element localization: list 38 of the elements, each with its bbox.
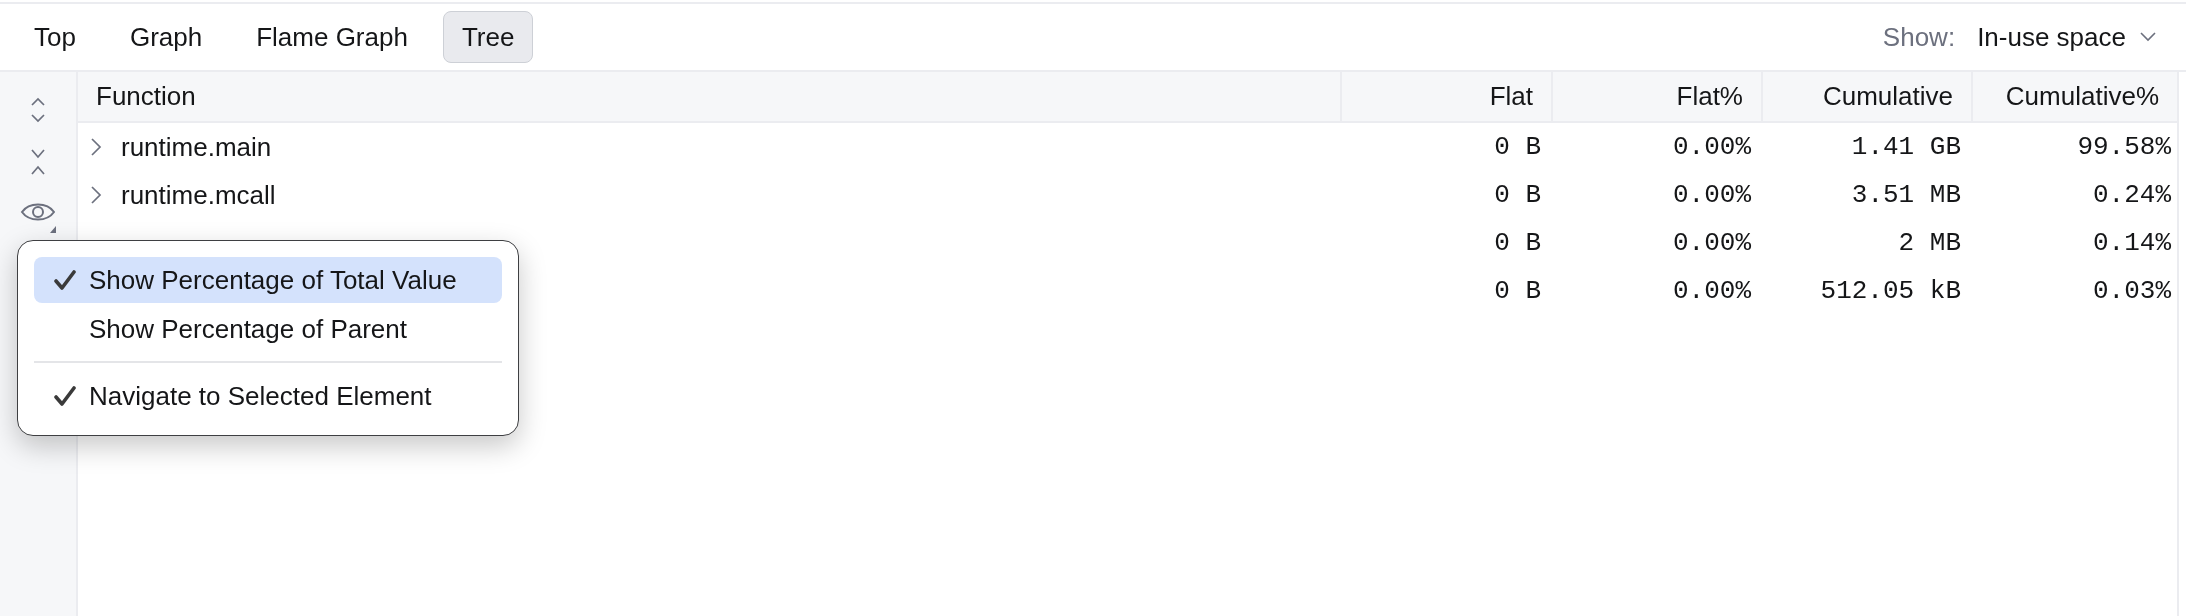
table-cell: 0.14% (2093, 228, 2171, 258)
table-cell: 0.00% (1673, 180, 1751, 210)
chevron-down-icon (2140, 32, 2156, 42)
table-cell: 3.51 MB (1851, 180, 1961, 210)
menu-item[interactable]: Show Percentage of Total Value (34, 257, 502, 303)
table-cell: 0.03% (2093, 276, 2171, 306)
table-cell: 0.24% (2093, 180, 2171, 210)
table-cell: 2 MB (1898, 228, 1961, 258)
chevron-right-icon[interactable] (90, 185, 102, 205)
table-cell: 0.00% (1673, 132, 1751, 162)
table-cell: 0 B (1494, 276, 1541, 306)
table-cell: 99.58% (2077, 132, 2171, 162)
column-header[interactable]: Cumulative (1761, 72, 1971, 121)
eye-icon[interactable] (20, 201, 56, 233)
menu-item[interactable]: Show Percentage of Parent (34, 306, 502, 352)
collapse-all-icon[interactable] (30, 148, 46, 176)
table-cell: 0.00% (1673, 276, 1751, 306)
column-header[interactable]: Cumulative% (1971, 72, 2177, 121)
column-header[interactable]: Flat (1340, 72, 1551, 121)
table-cell: 0 B (1494, 132, 1541, 162)
view-tab[interactable]: Top (15, 11, 95, 63)
column-header[interactable]: Flat% (1551, 72, 1761, 121)
menu-item[interactable]: Navigate to Selected Element (34, 373, 502, 419)
show-dropdown[interactable]: In-use space (1977, 21, 2156, 53)
table-cell: 1.41 GB (1851, 132, 1961, 162)
expand-all-icon[interactable] (30, 97, 46, 123)
view-tab[interactable]: Flame Graph (237, 11, 427, 63)
function-name: runtime.mcall (121, 179, 276, 211)
show-label: Show: (1882, 21, 1956, 53)
table-cell: 0 B (1494, 180, 1541, 210)
function-name: runtime.main (121, 131, 272, 163)
chevron-right-icon[interactable] (90, 137, 102, 157)
table-cell: 512.05 kB (1820, 276, 1961, 306)
column-header[interactable]: Function (78, 72, 1340, 121)
table-cell: 0 B (1494, 228, 1541, 258)
view-tab[interactable]: Graph (110, 11, 222, 63)
table-cell: 0.00% (1673, 228, 1751, 258)
view-tab[interactable]: Tree (442, 11, 534, 63)
